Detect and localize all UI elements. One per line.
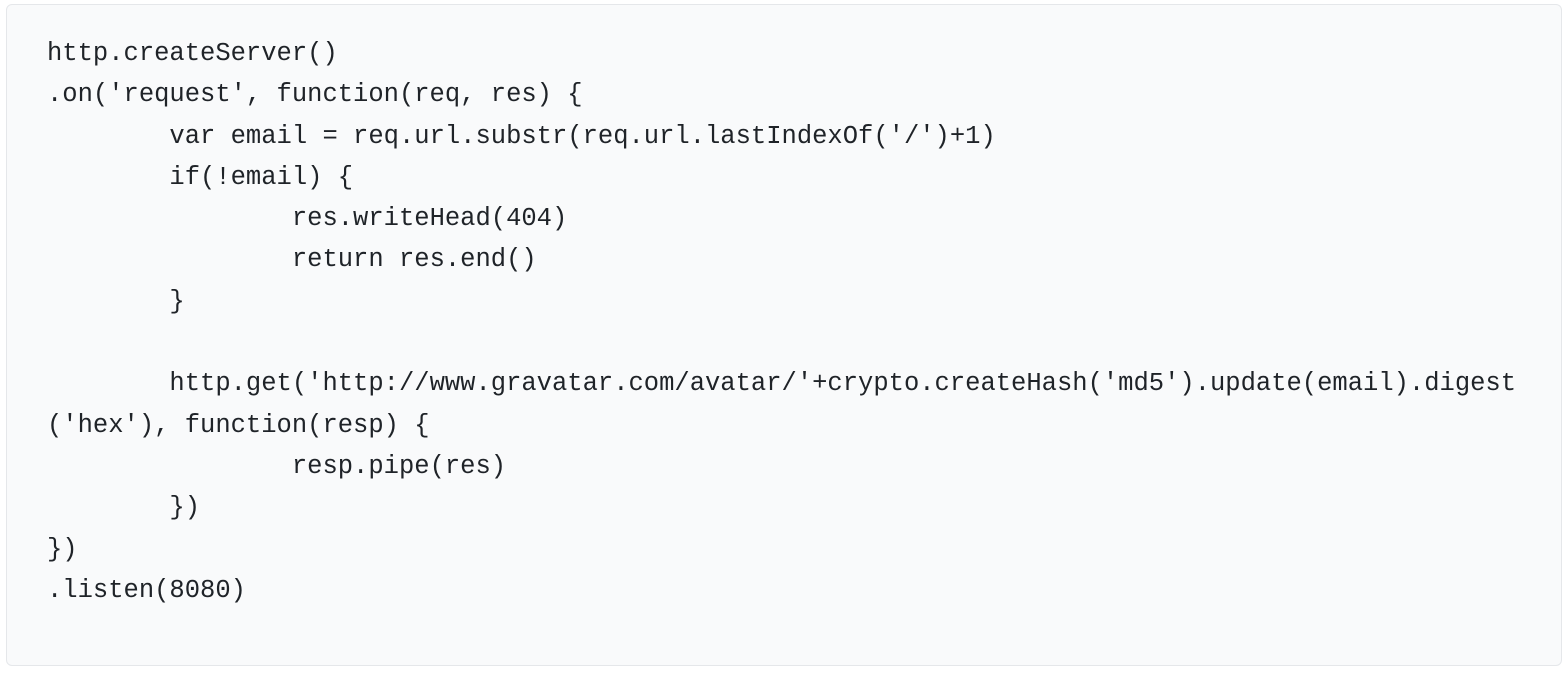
code-content: http.createServer() .on('request', funct…	[47, 33, 1521, 611]
code-block: http.createServer() .on('request', funct…	[6, 4, 1562, 666]
